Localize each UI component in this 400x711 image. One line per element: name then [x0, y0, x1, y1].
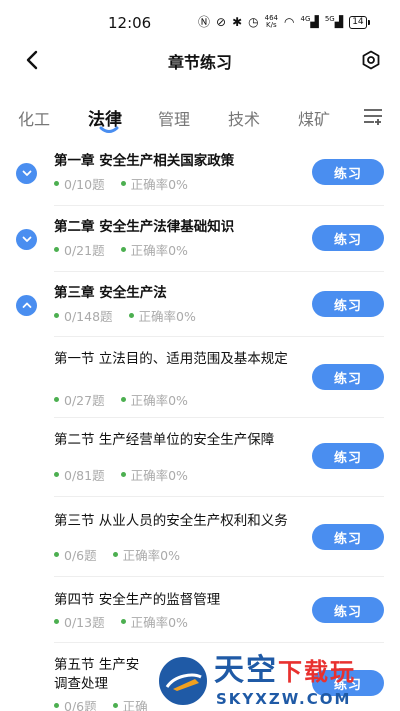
tab-menu-icon[interactable] [362, 106, 384, 126]
tab-chemical[interactable]: 化工 [18, 106, 50, 130]
watermark-logo: 天空下载玩 SKYXZW.COM [152, 650, 400, 711]
item-meta: 0/13题 正确率0% [54, 612, 188, 631]
tab-coal-mine[interactable]: 煤矿 [298, 106, 330, 130]
signal-icon-2: 5G▟ [324, 15, 344, 29]
signal-icon: 4G▟ [300, 15, 319, 29]
item-progress: 0/81题 [64, 468, 105, 483]
divider [54, 417, 384, 418]
list-item: 第四节 安全生产的监督管理 0/13题 正确率0% 练习 [0, 590, 400, 646]
item-accuracy: 正确率0% [130, 243, 188, 258]
collapse-toggle[interactable] [16, 295, 37, 316]
tab-management[interactable]: 管理 [158, 106, 190, 130]
list-item: 第三节 从业人员的安全生产权利和义务 0/6题 正确率0% 练习 [0, 510, 400, 580]
watermark-url: SKYXZW.COM [216, 690, 352, 708]
item-accuracy: 正确率0% [122, 548, 180, 563]
tab-technology[interactable]: 技术 [228, 106, 260, 130]
alarm-icon: ◷ [248, 15, 259, 29]
header: 章节练习 [0, 44, 400, 76]
item-title: 第四节 安全生产的监督管理 [54, 592, 221, 608]
item-meta: 0/27题 正确率0% [54, 390, 188, 409]
list-item: 第二节 生产经营单位的安全生产保障 0/81题 正确率0% 练习 [0, 429, 400, 499]
item-progress: 0/6题 [64, 699, 97, 711]
item-accuracy: 正确率0% [138, 309, 196, 324]
battery-level: 14 [349, 15, 367, 29]
signal-label-1: 4G [300, 15, 311, 24]
item-title: 第三节 从业人员的安全生产权利和义务 [54, 513, 288, 529]
divider [54, 271, 384, 272]
item-meta: 0/21题 正确率0% [54, 240, 188, 259]
watermark-text: 天空下载玩 [214, 654, 356, 689]
item-progress: 0/6题 [64, 548, 97, 563]
network-rate: 464 K/s [265, 15, 278, 29]
item-meta: 0/6题 正确率0% [54, 545, 180, 564]
expand-toggle[interactable] [16, 229, 37, 250]
watermark-plane-icon [156, 654, 210, 708]
practice-button[interactable]: 练习 [312, 524, 384, 550]
item-meta: 0/148题 正确率0% [54, 306, 196, 325]
expand-toggle[interactable] [16, 163, 37, 184]
practice-button[interactable]: 练习 [312, 225, 384, 251]
chevron-down-icon [22, 170, 31, 176]
item-progress: 0/21题 [64, 243, 105, 258]
watermark-text-blue: 天空 [214, 653, 278, 688]
battery-icon: 14 [349, 15, 370, 29]
item-meta: 0/6题 正确 [54, 696, 148, 711]
item-title: 第二节 生产经营单位的安全生产保障 [54, 432, 275, 448]
page-title: 章节练习 [167, 53, 232, 72]
chevron-up-icon [22, 302, 31, 308]
silent-icon: ⊘ [216, 15, 227, 29]
chevron-down-icon [22, 236, 31, 242]
list-item: 第一章 安全生产相关国家政策 0/10题 正确率0% 练习 [0, 150, 400, 206]
item-progress: 0/27题 [64, 393, 105, 408]
divider [54, 642, 384, 643]
settings-button[interactable] [358, 47, 384, 73]
list-item: 第三章 安全生产法 0/148题 正确率0% 练习 [0, 282, 400, 338]
watermark-text-red: 下载玩 [278, 658, 356, 686]
status-time: 12:06 [108, 14, 152, 32]
practice-button[interactable]: 练习 [312, 159, 384, 185]
item-title: 第二章 安全生产法律基础知识 [54, 219, 235, 235]
item-title: 第三章 安全生产法 [54, 285, 167, 301]
practice-button[interactable]: 练习 [312, 364, 384, 390]
nfc-icon: Ⓝ [198, 15, 211, 29]
divider [54, 205, 384, 206]
hexagon-settings-icon [362, 50, 380, 70]
wifi-icon: ◠ [284, 15, 295, 29]
item-progress: 0/148题 [64, 309, 113, 324]
practice-button[interactable]: 练习 [312, 291, 384, 317]
divider [54, 496, 384, 497]
divider [54, 576, 384, 577]
practice-button[interactable]: 练习 [312, 597, 384, 623]
list-item: 第二章 安全生产法律基础知识 0/21题 正确率0% 练习 [0, 216, 400, 272]
signal-label-2: 5G [324, 15, 335, 24]
practice-button[interactable]: 练习 [312, 443, 384, 469]
item-meta: 0/81题 正确率0% [54, 465, 188, 484]
item-meta: 0/10题 正确率0% [54, 174, 188, 193]
list-item: 第一节 立法目的、适用范围及基本规定 0/27题 正确率0% 练习 [0, 348, 400, 418]
item-progress: 0/13题 [64, 615, 105, 630]
category-tabs: 化工 法律 管理 技术 煤矿 [0, 102, 400, 142]
item-accuracy: 正确率0% [130, 393, 188, 408]
item-title: 第一节 立法目的、适用范围及基本规定 [54, 351, 288, 367]
bluetooth-icon: ✱ [232, 15, 243, 29]
tab-indicator [99, 126, 119, 133]
item-title: 第一章 安全生产相关国家政策 [54, 153, 235, 169]
divider [54, 336, 384, 337]
item-progress: 0/10题 [64, 177, 105, 192]
item-accuracy: 正确率0% [130, 615, 188, 630]
item-accuracy: 正确率0% [130, 177, 188, 192]
status-icons: Ⓝ ⊘ ✱ ◷ 464 K/s ◠ 4G▟ 5G▟ 14 [198, 15, 370, 29]
item-accuracy: 正确 [122, 699, 148, 711]
status-bar: 12:06 Ⓝ ⊘ ✱ ◷ 464 K/s ◠ 4G▟ 5G▟ 14 [0, 0, 400, 44]
network-rate-unit: K/s [266, 21, 277, 29]
item-accuracy: 正确率0% [130, 468, 188, 483]
